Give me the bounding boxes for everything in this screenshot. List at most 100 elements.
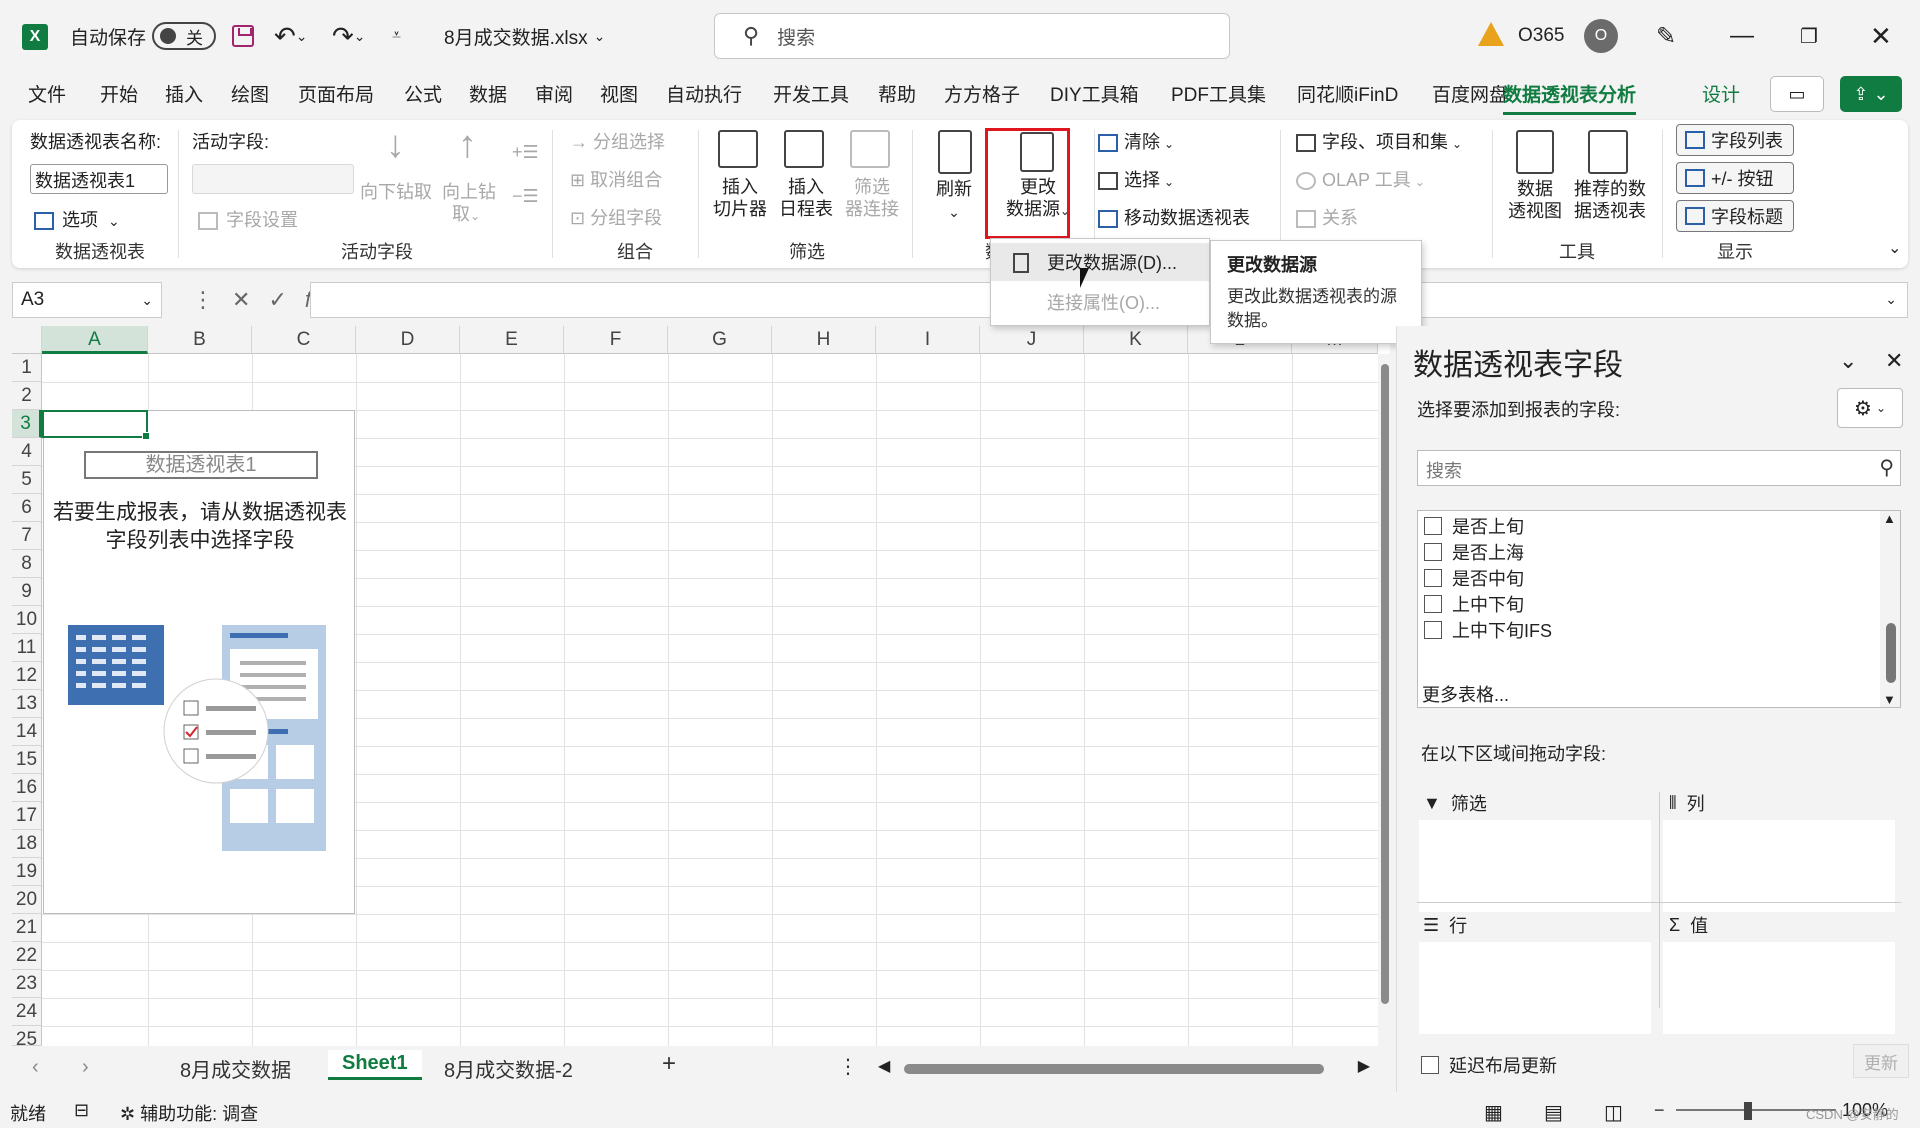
menu-item-connection-props[interactable]: 连接属性(O)... [991, 283, 1209, 321]
search-box[interactable]: ⚲ 搜索 [714, 13, 1230, 59]
pen-icon[interactable]: ✎ [1656, 0, 1676, 72]
field-list-button[interactable]: 字段列表 [1676, 124, 1794, 156]
tab-baidu[interactable]: 百度网盘 [1432, 80, 1508, 107]
panel-settings-button[interactable]: ⚙ ⌄ [1837, 388, 1903, 428]
sheet-tab-active[interactable]: Sheet1 [328, 1050, 422, 1080]
row-header[interactable]: 11 [12, 634, 42, 662]
pivot-name-input[interactable]: 数据透视表1 [30, 164, 168, 194]
tab-data[interactable]: 数据 [469, 80, 507, 107]
row-header[interactable]: 2 [12, 382, 42, 410]
cancel-icon[interactable]: ✕ [232, 287, 250, 313]
options-button[interactable]: 选项 ⌄ [34, 206, 120, 232]
accessibility-status[interactable]: ✲ 辅助功能: 调查 [120, 1100, 258, 1126]
select-all-corner[interactable] [12, 326, 42, 354]
column-header[interactable]: E [460, 326, 564, 354]
expand-formula-icon[interactable]: ⌄ [1885, 291, 1897, 308]
tab-fangfang[interactable]: 方方格子 [944, 80, 1020, 107]
avatar[interactable]: O [1584, 19, 1618, 53]
pivot-placeholder[interactable]: 数据透视表1 若要生成报表，请从数据透视表字段列表中选择字段 [43, 410, 355, 914]
checkbox[interactable] [1421, 1056, 1439, 1074]
column-header[interactable]: I [876, 326, 980, 354]
scroll-left-icon[interactable]: ◀ [878, 1056, 890, 1076]
comments-button[interactable]: ▭ [1770, 76, 1824, 112]
row-header[interactable]: 1 [12, 354, 42, 382]
ungroup-button[interactable]: ⊞ 取消组合 [570, 166, 662, 192]
column-header[interactable]: F [564, 326, 668, 354]
insert-slicer-button[interactable]: 插入 切片器 [710, 176, 770, 220]
recommended-pivot-button[interactable]: 推荐的数 据透视表 [1568, 178, 1652, 222]
page-layout-view-icon[interactable]: ▤ [1544, 1100, 1563, 1125]
field-list-scrollbar[interactable]: ▲ ▼ [1880, 511, 1900, 707]
tab-home[interactable]: 开始 [100, 80, 138, 107]
row-header[interactable]: 18 [12, 830, 42, 858]
tab-insert[interactable]: 插入 [165, 80, 203, 107]
field-search-input[interactable]: 搜索 ⚲ [1417, 450, 1901, 486]
select-button[interactable]: 选择 ⌄ [1098, 166, 1174, 192]
column-header[interactable]: H [772, 326, 876, 354]
defer-update[interactable]: 延迟布局更新 [1421, 1052, 1557, 1078]
sheet-tab[interactable]: 8月成交数据 [180, 1054, 291, 1083]
tab-formulas[interactable]: 公式 [404, 80, 442, 107]
more-icon[interactable]: ⋮ [192, 287, 214, 313]
checkbox[interactable] [1424, 621, 1442, 639]
row-header[interactable]: 5 [12, 466, 42, 494]
warning-icon[interactable] [1478, 22, 1504, 46]
column-header[interactable]: D [356, 326, 460, 354]
move-pivot-button[interactable]: 移动数据透视表 [1098, 204, 1250, 230]
tab-draw[interactable]: 绘图 [231, 80, 269, 107]
restore-icon[interactable]: ❐ [1800, 0, 1818, 72]
column-header[interactable]: A [42, 326, 148, 354]
sheet-tab[interactable]: 8月成交数据-2 [444, 1054, 573, 1083]
group-field-button[interactable]: ⊡ 分组字段 [570, 204, 662, 230]
update-button[interactable]: 更新 [1853, 1044, 1909, 1078]
save-icon[interactable] [232, 25, 254, 47]
field-item[interactable]: 是否上旬 [1424, 513, 1524, 539]
tab-pivot-analyze[interactable]: 数据透视表分析 [1503, 80, 1637, 115]
zoom-slider-knob[interactable] [1744, 1102, 1752, 1120]
spreadsheet-grid[interactable]: A B C D E F G H I J K L M 1 2 3 4 5 6 7 … [12, 326, 1390, 1046]
column-header[interactable]: B [148, 326, 252, 354]
rows-area[interactable] [1419, 942, 1651, 1034]
drill-down-button[interactable]: 向下钻取 [360, 178, 432, 204]
row-header[interactable]: 12 [12, 662, 42, 690]
filter-connections-button[interactable]: 筛选 器连接 [842, 176, 902, 220]
undo-icon[interactable]: ↶ ⌄ [274, 0, 308, 72]
redo-icon[interactable]: ↷ ⌄ [332, 0, 366, 72]
tab-help[interactable]: 帮助 [878, 80, 916, 107]
row-header[interactable]: 22 [12, 942, 42, 970]
row-header[interactable]: 20 [12, 886, 42, 914]
row-header[interactable]: 3 [12, 410, 42, 438]
olap-tools-button[interactable]: OLAP 工具 ⌄ [1296, 166, 1425, 192]
quick-access-more-icon[interactable]: ⩡ [392, 0, 401, 72]
scrollbar-thumb[interactable] [904, 1064, 1324, 1074]
name-box[interactable]: A3 ⌄ [12, 282, 162, 318]
insert-timeline-button[interactable]: 插入 日程表 [776, 176, 836, 220]
column-header[interactable]: C [252, 326, 356, 354]
expand-field-icon[interactable]: +☰ [512, 142, 539, 163]
macro-icon[interactable]: ⊟ [74, 1100, 89, 1121]
file-name[interactable]: 8月成交数据.xlsx ⌄ [444, 0, 605, 72]
more-icon[interactable]: ⋮ [838, 1054, 858, 1079]
row-header[interactable]: 9 [12, 578, 42, 606]
filter-area[interactable] [1419, 820, 1651, 912]
row-header[interactable]: 25 [12, 1026, 42, 1046]
enter-icon[interactable]: ✓ [268, 287, 286, 313]
field-headers-button[interactable]: 字段标题 [1676, 200, 1794, 232]
field-item[interactable]: 是否中旬 [1424, 565, 1524, 591]
vertical-scrollbar[interactable] [1378, 354, 1390, 1046]
tab-review[interactable]: 审阅 [535, 80, 573, 107]
refresh-button[interactable]: 刷新 ⌄ [924, 178, 984, 223]
row-header[interactable]: 8 [12, 550, 42, 578]
row-header[interactable]: 23 [12, 970, 42, 998]
row-header[interactable]: 15 [12, 746, 42, 774]
scrollbar-thumb[interactable] [1381, 364, 1389, 1004]
close-icon[interactable]: ✕ [1870, 0, 1892, 72]
tab-file[interactable]: 文件 [28, 80, 66, 107]
scrollbar-thumb[interactable] [1886, 623, 1896, 683]
scroll-down-icon[interactable]: ▼ [1883, 692, 1896, 707]
minimize-icon[interactable]: — [1730, 0, 1754, 72]
tab-developer[interactable]: 开发工具 [773, 80, 849, 107]
tab-page-layout[interactable]: 页面布局 [298, 80, 374, 107]
values-area[interactable] [1663, 942, 1895, 1034]
column-header[interactable]: G [668, 326, 772, 354]
